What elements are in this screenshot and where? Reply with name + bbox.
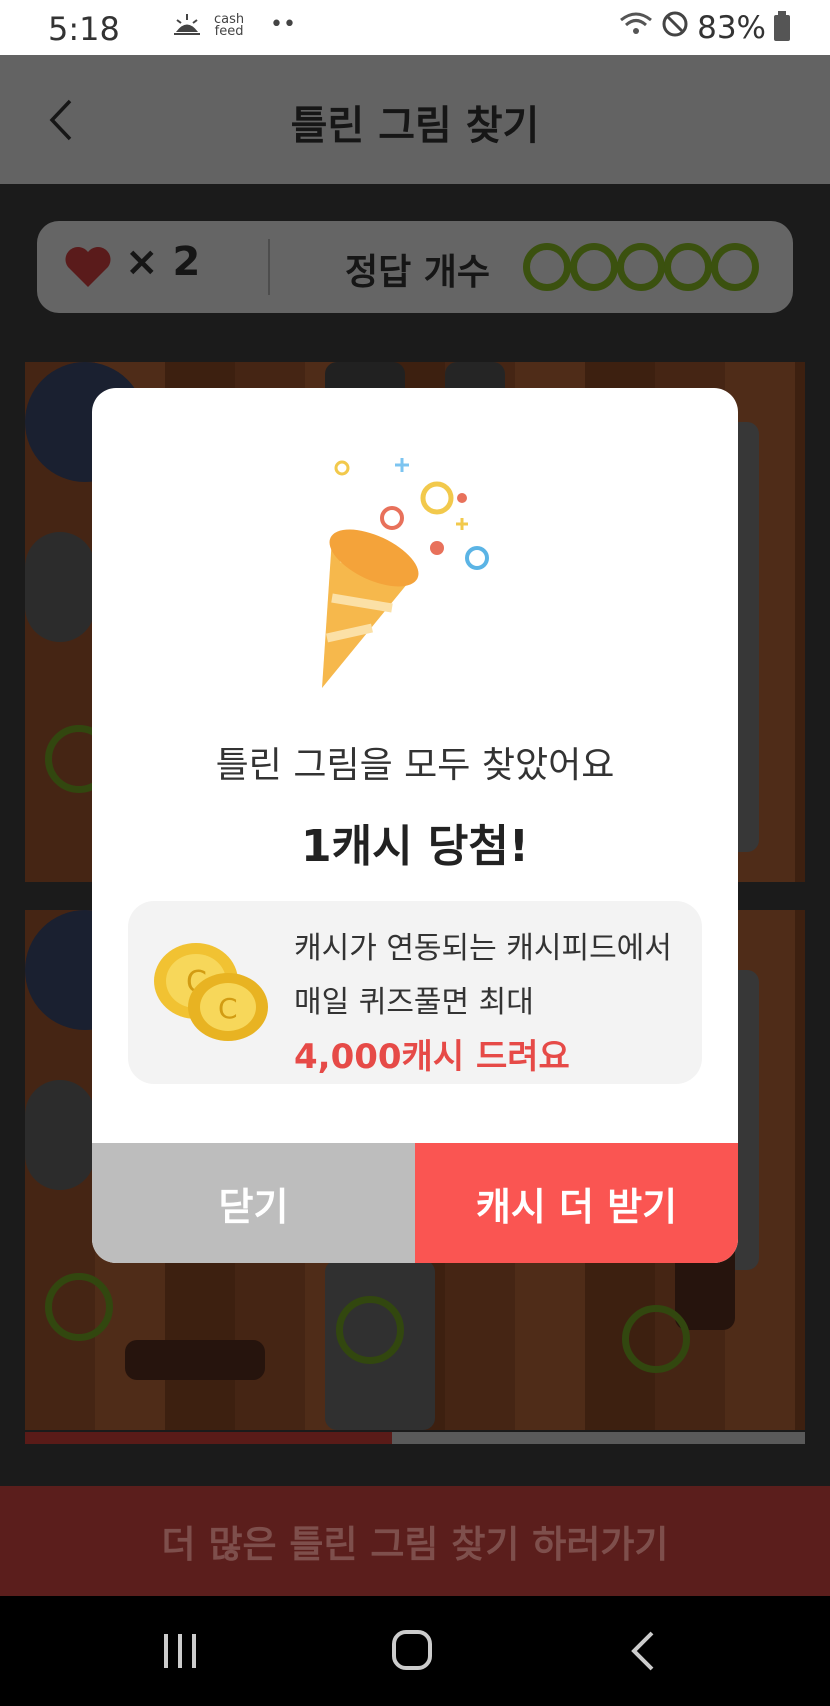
result-modal: 틀린 그림을 모두 찾았어요 1캐시 당첨! C C 캐시가 연동되는 캐시피드… — [92, 388, 738, 1263]
status-bar: 5:18 cash feed •• 83% — [0, 0, 830, 55]
cashfeed-notification-icon: cash feed — [214, 13, 244, 39]
more-notifications-icon: •• — [270, 12, 296, 37]
system-nav-bar — [0, 1596, 830, 1706]
status-right: 83% — [619, 10, 790, 46]
wifi-icon — [619, 10, 653, 46]
party-popper-icon — [302, 458, 512, 692]
promo-line-2: 매일 퀴즈풀면 최대 — [294, 985, 534, 1020]
promo-highlight: 4,000캐시 드려요 — [294, 1037, 570, 1077]
promo-card: C C 캐시가 연동되는 캐시피드에서 매일 퀴즈풀면 최대 4,000캐시 드… — [128, 901, 702, 1084]
weather-icon — [172, 12, 202, 42]
svg-text:C: C — [218, 992, 238, 1025]
battery-icon — [774, 11, 790, 41]
status-time: 5:18 — [48, 10, 120, 48]
get-more-cash-button[interactable]: 캐시 더 받기 — [415, 1143, 738, 1263]
promo-line-1: 캐시가 연동되는 캐시피드에서 — [294, 931, 672, 966]
do-not-disturb-icon — [661, 10, 689, 46]
prize-text: 1캐시 당첨! — [301, 821, 529, 872]
notif-text-2: feed — [214, 24, 244, 39]
close-button[interactable]: 닫기 — [92, 1143, 415, 1263]
coin-icon: C C — [148, 937, 272, 1051]
success-message: 틀린 그림을 모두 찾았어요 — [215, 745, 615, 786]
recent-apps-icon[interactable] — [162, 1632, 198, 1674]
home-icon[interactable] — [391, 1629, 433, 1675]
back-nav-icon[interactable] — [630, 1630, 656, 1676]
battery-percent: 83% — [697, 10, 766, 46]
